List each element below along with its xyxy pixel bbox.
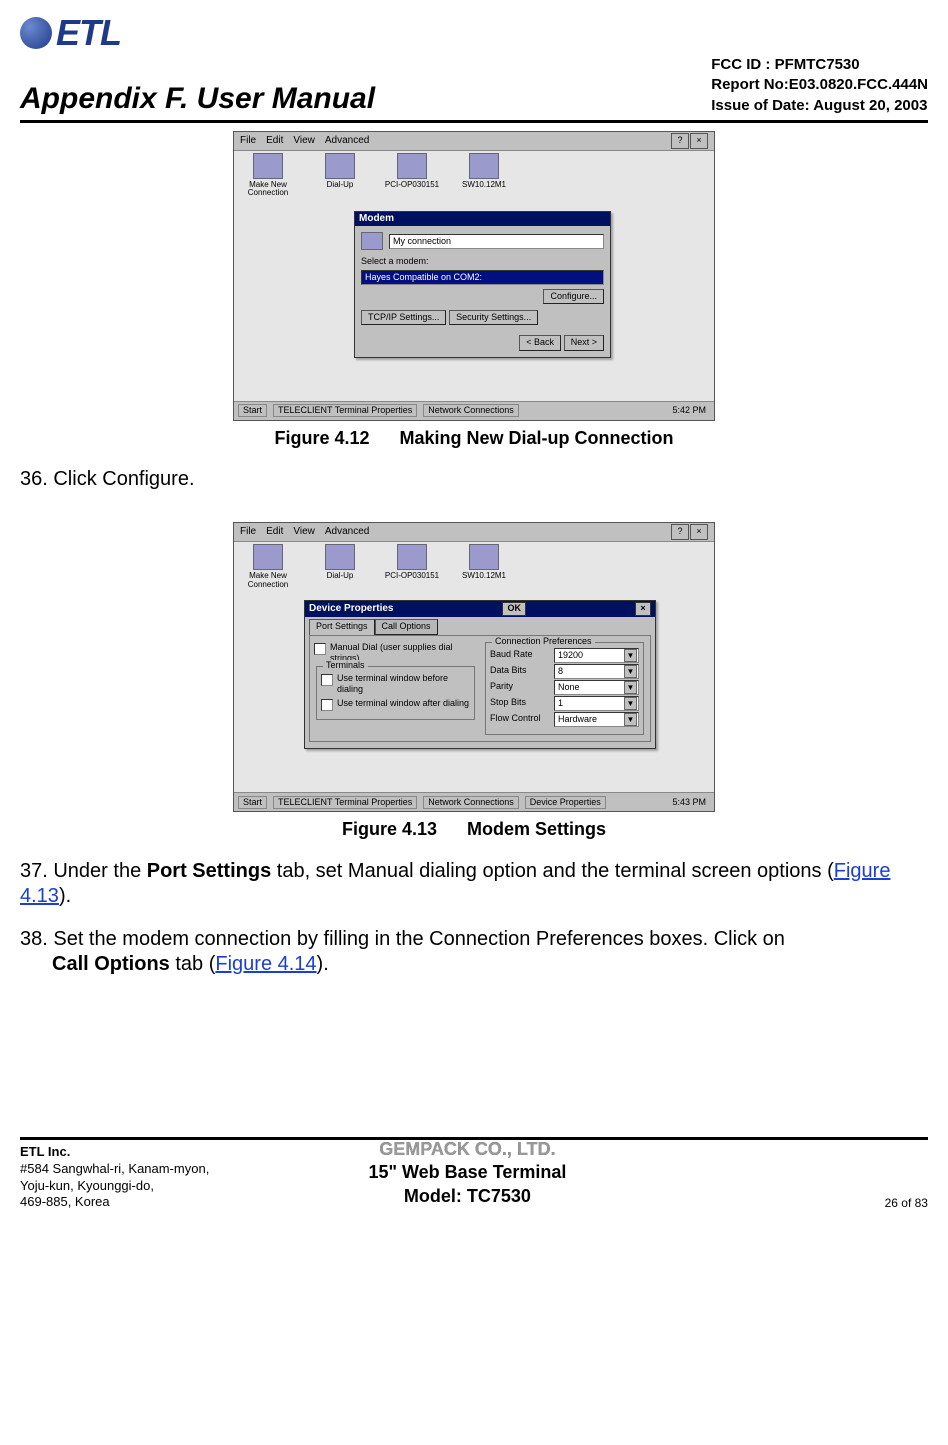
figure-title: Modem Settings xyxy=(467,819,606,839)
page-number: 26 of 83 xyxy=(885,1196,928,1211)
parity-label: Parity xyxy=(490,681,550,692)
databits-label: Data Bits xyxy=(490,665,550,676)
back-button[interactable]: < Back xyxy=(519,335,561,350)
taskbar-item[interactable]: Network Connections xyxy=(423,404,519,417)
taskbar-item[interactable]: Network Connections xyxy=(423,796,519,809)
parity-select[interactable]: None xyxy=(554,680,639,695)
connection-name-field[interactable]: My connection xyxy=(389,234,604,249)
taskbar-clock: 5:43 PM xyxy=(668,797,710,808)
configure-button[interactable]: Configure... xyxy=(543,289,604,304)
connection-prefs-legend: Connection Preferences xyxy=(492,636,595,647)
header-meta: FCC ID : PFMTC7530 Report No:E03.0820.FC… xyxy=(711,55,928,118)
win-help-icon[interactable]: ? xyxy=(671,524,689,540)
select-modem-label: Select a modem: xyxy=(361,256,604,267)
start-button[interactable]: Start xyxy=(238,404,267,417)
security-button[interactable]: Security Settings... xyxy=(449,310,538,325)
menu-file[interactable]: File xyxy=(240,135,256,148)
terminal-after-checkbox[interactable]: Use terminal window after dialing xyxy=(321,698,470,711)
report-no: Report No:E03.0820.FCC.444N xyxy=(711,75,928,95)
next-button[interactable]: Next > xyxy=(564,335,604,350)
desktop-icon-pci[interactable]: PCI-OP030151 xyxy=(384,153,440,198)
close-icon[interactable]: × xyxy=(635,602,651,616)
globe-icon xyxy=(20,17,52,49)
dialog-title: Modem xyxy=(359,213,394,226)
figure-title: Making New Dial-up Connection xyxy=(400,428,674,448)
phone-icon xyxy=(361,232,383,250)
menu-file[interactable]: File xyxy=(240,526,256,539)
baud-select[interactable]: 19200 xyxy=(554,648,639,663)
terminals-legend: Terminals xyxy=(323,660,368,671)
figure-number: Figure 4.13 xyxy=(342,819,437,839)
step-38: 38. Set the modem connection by filling … xyxy=(20,927,928,977)
databits-select[interactable]: 8 xyxy=(554,664,639,679)
win-help-icon[interactable]: ? xyxy=(671,133,689,149)
figure-4-12-screenshot: File Edit View Advanced ? × Make New Con… xyxy=(233,131,715,421)
tcpip-button[interactable]: TCP/IP Settings... xyxy=(361,310,446,325)
stopbits-select[interactable]: 1 xyxy=(554,696,639,711)
figure-number: Figure 4.12 xyxy=(274,428,369,448)
win-close-icon[interactable]: × xyxy=(690,524,708,540)
logo-text: ETL xyxy=(56,10,121,55)
figure-4-13-screenshot: File Edit View Advanced ? × Make New Con… xyxy=(233,522,715,812)
desktop-icon-dialup[interactable]: Dial-Up xyxy=(312,153,368,198)
taskbar-item[interactable]: TELECLIENT Terminal Properties xyxy=(273,796,417,809)
figure-4-14-link[interactable]: Figure 4.14 xyxy=(215,953,316,975)
step-36: 36. Click Configure. xyxy=(20,467,928,492)
desktop-icon-sw10[interactable]: SW10.12M1 xyxy=(456,544,512,589)
desktop-icon-make-new[interactable]: Make New Connection xyxy=(240,544,296,589)
step-37: 37. Under the Port Settings tab, set Man… xyxy=(20,859,928,909)
stopbits-label: Stop Bits xyxy=(490,697,550,708)
desktop-icon-pci[interactable]: PCI-OP030151 xyxy=(384,544,440,589)
footer-address: ETL Inc. #584 Sangwhal-ri, Kanam-myon, Y… xyxy=(20,1144,209,1212)
start-button[interactable]: Start xyxy=(238,796,267,809)
tab-port-settings[interactable]: Port Settings xyxy=(309,619,375,634)
taskbar-clock: 5:42 PM xyxy=(668,405,710,416)
desktop-icon-make-new[interactable]: Make New Connection xyxy=(240,153,296,198)
modem-dialog: Modem My connection Select a modem: Haye… xyxy=(354,211,611,358)
ok-button[interactable]: OK xyxy=(502,602,526,616)
appendix-title: Appendix F. User Manual xyxy=(20,80,375,118)
menu-edit[interactable]: Edit xyxy=(266,526,283,539)
terminal-before-checkbox[interactable]: Use terminal window before dialing xyxy=(321,673,470,696)
menu-edit[interactable]: Edit xyxy=(266,135,283,148)
win-close-icon[interactable]: × xyxy=(690,133,708,149)
menu-view[interactable]: View xyxy=(293,526,315,539)
baud-label: Baud Rate xyxy=(490,649,550,660)
menu-view[interactable]: View xyxy=(293,135,315,148)
desktop-icon-sw10[interactable]: SW10.12M1 xyxy=(456,153,512,198)
issue-date: Issue of Date: August 20, 2003 xyxy=(711,96,928,116)
tab-call-options[interactable]: Call Options xyxy=(375,619,438,634)
menu-advanced[interactable]: Advanced xyxy=(325,135,369,148)
etl-logo: ETL xyxy=(20,10,121,55)
dialog-title: Device Properties xyxy=(309,603,394,616)
fcc-id: FCC ID : PFMTC7530 xyxy=(711,55,928,75)
taskbar-item[interactable]: TELECLIENT Terminal Properties xyxy=(273,404,417,417)
device-properties-dialog: Device Properties OK × Port Settings Cal… xyxy=(304,600,656,748)
footer-product: GEMPACK CO., LTD. 15" Web Base Terminal … xyxy=(368,1138,566,1208)
modem-select[interactable]: Hayes Compatible on COM2: xyxy=(361,270,604,285)
desktop-icon-dialup[interactable]: Dial-Up xyxy=(312,544,368,589)
taskbar-item[interactable]: Device Properties xyxy=(525,796,606,809)
flow-label: Flow Control xyxy=(490,713,550,724)
menu-advanced[interactable]: Advanced xyxy=(325,526,369,539)
flow-select[interactable]: Hardware xyxy=(554,712,639,727)
